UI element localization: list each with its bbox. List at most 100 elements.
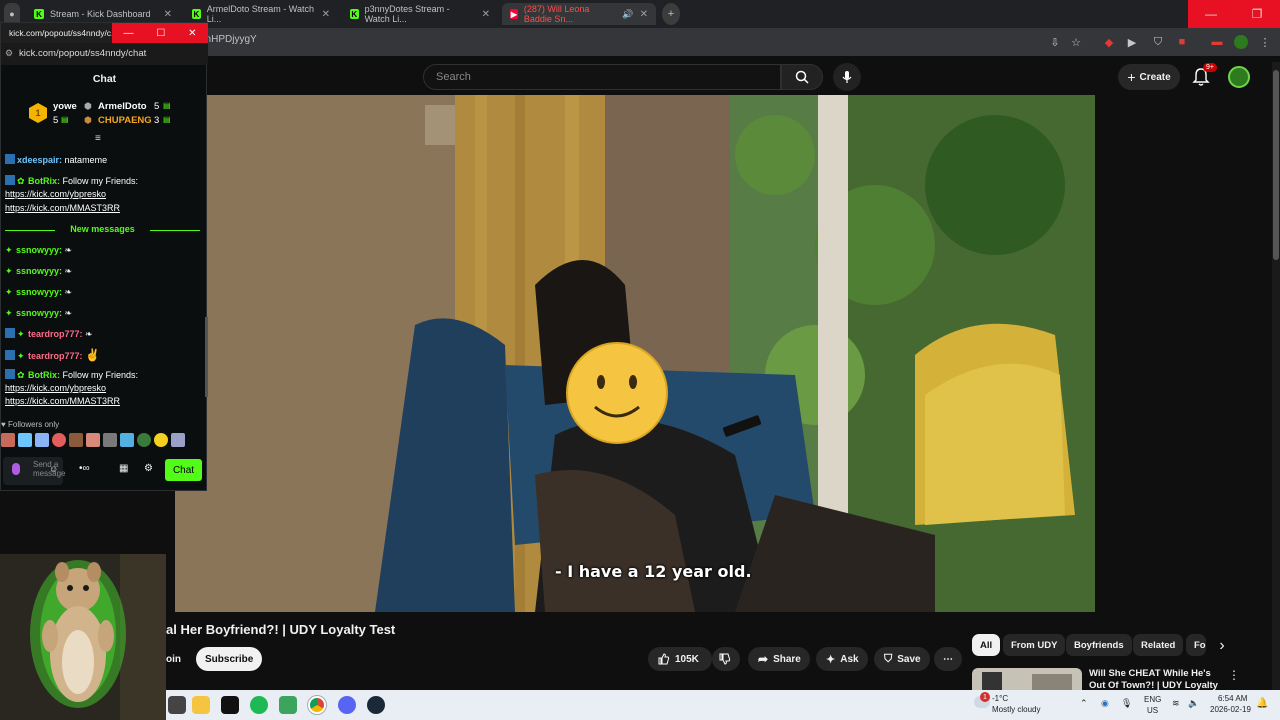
close-tab-icon[interactable]: ✕ — [164, 9, 172, 20]
microphone-icon[interactable] — [12, 463, 20, 475]
discord-icon[interactable] — [338, 696, 356, 714]
voice-search-button[interactable] — [833, 63, 861, 91]
send-chat-button[interactable]: Chat — [165, 459, 202, 481]
extension-icon[interactable]: ◆ — [1102, 35, 1116, 49]
save-button[interactable]: ⛉ Save — [874, 647, 930, 671]
tray-icon[interactable]: ◉ — [1101, 698, 1109, 709]
leaderboard-user[interactable]: yowe — [53, 101, 77, 112]
store-icon[interactable]: ▦ — [119, 463, 128, 474]
chip-from-udy[interactable]: From UDY — [1003, 634, 1066, 656]
emote-icon[interactable] — [18, 433, 32, 447]
leaderboard-user[interactable]: ArmelDoto — [98, 101, 147, 112]
search-input[interactable]: Search — [423, 64, 781, 90]
video-player[interactable]: - I have a 12 year old. — [175, 95, 1095, 612]
chip-boyfriends[interactable]: Boyfriends — [1066, 634, 1132, 656]
emote-icon[interactable] — [52, 433, 66, 447]
emote-icon[interactable] — [103, 433, 117, 447]
infinity-icon[interactable]: •∞ — [79, 463, 90, 474]
new-messages-divider[interactable]: New messages — [5, 224, 200, 236]
chip-related[interactable]: Related — [1133, 634, 1184, 656]
more-actions-button[interactable]: ⋯ — [934, 647, 962, 671]
tab-armeldoto-stream[interactable]: K ArmelDoto Stream - Watch Li... ✕ — [184, 3, 338, 25]
chat-link[interactable]: https://kick.com/ybpresko — [5, 189, 106, 199]
close-tab-icon[interactable]: ✕ — [640, 9, 648, 20]
chat-username[interactable]: ssnowyyy: — [16, 287, 62, 297]
extension-icon[interactable]: ▬ — [1210, 35, 1224, 49]
weather-temp[interactable]: -1°C — [992, 694, 1008, 703]
install-app-icon[interactable]: ⇩ — [1048, 35, 1062, 49]
tiktok-icon[interactable] — [221, 696, 239, 714]
emote-icon[interactable] — [86, 433, 100, 447]
subscribe-button[interactable]: Subscribe — [196, 647, 263, 671]
close-tab-icon[interactable]: ✕ — [482, 9, 490, 20]
chrome-icon[interactable] — [307, 695, 327, 715]
chat-link[interactable]: https://kick.com/MMAST3RR — [5, 203, 120, 213]
notification-center-icon[interactable]: 🔔 — [1256, 698, 1268, 709]
steam-icon[interactable] — [367, 696, 385, 714]
profile-avatar-icon[interactable] — [1234, 35, 1248, 49]
page-scrollbar[interactable] — [1272, 62, 1280, 690]
create-button[interactable]: + Create — [1118, 64, 1180, 90]
gear-icon[interactable]: ⚙ — [144, 463, 153, 474]
emote-icon[interactable] — [137, 433, 151, 447]
close-icon[interactable]: ✕ — [188, 28, 196, 39]
tab-p3nnydotes-stream[interactable]: K p3nnyDotes Stream - Watch Li... ✕ — [342, 3, 498, 25]
minimize-icon[interactable]: — — [123, 28, 133, 39]
chevron-up-icon[interactable]: ⌃ — [1080, 698, 1088, 709]
chat-username[interactable]: teardrop777: — [28, 351, 83, 361]
chevron-right-icon[interactable]: › — [1212, 636, 1232, 656]
emote-icon[interactable] — [35, 433, 49, 447]
input-region[interactable]: US — [1147, 706, 1158, 715]
emote-icon[interactable] — [1, 433, 15, 447]
wifi-icon[interactable]: ≋ — [1172, 698, 1180, 709]
emote-icon[interactable] — [171, 433, 185, 447]
taskbar-app-icon[interactable] — [279, 696, 297, 714]
ask-button[interactable]: ✦ Ask — [816, 647, 868, 671]
emote-icon[interactable] — [120, 433, 134, 447]
bookmark-star-icon[interactable]: ☆ — [1069, 35, 1083, 49]
chat-username[interactable]: BotRix: — [28, 176, 60, 186]
chat-scrollbar[interactable] — [205, 317, 208, 397]
chat-link[interactable]: https://kick.com/MMAST3RR — [5, 396, 120, 406]
input-language[interactable]: ENG — [1144, 695, 1161, 704]
recommended-thumbnail[interactable] — [972, 668, 1082, 690]
speaker-icon[interactable]: 🔈 — [1188, 698, 1199, 709]
play-extension-icon[interactable]: ▶ — [1125, 35, 1139, 49]
restore-button[interactable]: ❐ — [1234, 0, 1280, 28]
chat-link[interactable]: https://kick.com/ybpresko — [5, 383, 106, 393]
clock-time[interactable]: 6:54 AM — [1218, 694, 1247, 703]
more-vertical-icon[interactable]: ⋮ — [1228, 668, 1240, 682]
chip-more[interactable]: Fo — [1186, 634, 1206, 656]
emote-icon[interactable] — [69, 433, 83, 447]
emote-picker-icon[interactable]: ☺ — [49, 464, 58, 474]
file-explorer-icon[interactable] — [192, 696, 210, 714]
account-avatar[interactable] — [1228, 66, 1250, 88]
recommended-title[interactable]: Will She CHEAT While He's Out Of Town?! … — [1089, 668, 1229, 690]
microphone-icon[interactable]: 🎙 — [1121, 698, 1132, 709]
maximize-icon[interactable]: ☐ — [156, 28, 165, 39]
shield-icon[interactable]: ⛉ — [1151, 35, 1165, 49]
leaderboard-user[interactable]: CHUPAENG — [98, 115, 152, 126]
clock-date[interactable]: 2026-02-19 — [1210, 705, 1251, 714]
more-menu-icon[interactable]: ⋮ — [1258, 35, 1272, 49]
join-button[interactable]: oin — [166, 648, 181, 670]
chat-username[interactable]: ssnowyyy: — [16, 308, 62, 318]
spotify-icon[interactable] — [250, 696, 268, 714]
expand-leaderboard-icon[interactable]: ≡ — [95, 133, 101, 144]
emote-icon[interactable] — [154, 433, 168, 447]
tab-youtube-video[interactable]: ▶ (287) Will Leona Baddie Sn... 🔊 ✕ — [502, 3, 656, 25]
search-button[interactable] — [781, 64, 823, 90]
site-info-icon[interactable]: ⚙ — [5, 48, 13, 59]
weather-description[interactable]: Mostly cloudy — [992, 705, 1040, 714]
chat-username[interactable]: teardrop777: — [28, 329, 83, 339]
scrollbar-thumb[interactable] — [1273, 70, 1279, 260]
chat-username[interactable]: ssnowyyy: — [16, 245, 62, 255]
dislike-button[interactable] — [712, 647, 740, 671]
chat-username[interactable]: BotRix: — [28, 370, 60, 380]
taskbar-app-icon[interactable] — [168, 696, 186, 714]
chat-username[interactable]: ssnowyyy: — [16, 266, 62, 276]
chat-username[interactable]: xdeespair: — [17, 155, 62, 165]
share-button[interactable]: ➦ Share — [748, 647, 810, 671]
chip-all[interactable]: All — [972, 634, 1001, 656]
minimize-button[interactable]: — — [1188, 0, 1234, 28]
